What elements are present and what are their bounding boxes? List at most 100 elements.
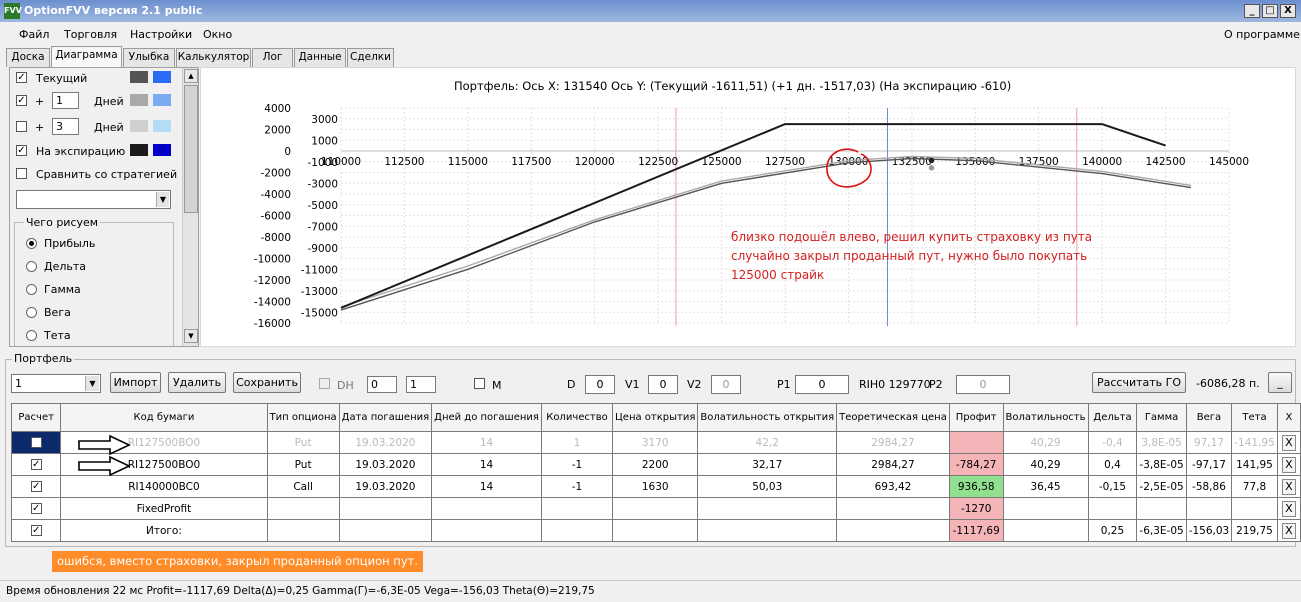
- radio-gamma[interactable]: [26, 284, 37, 295]
- menu-file[interactable]: Файл: [19, 28, 49, 41]
- chevron-down-icon[interactable]: ▼: [156, 192, 169, 207]
- column-header[interactable]: Расчет: [10, 403, 62, 432]
- column-header[interactable]: Тета: [1231, 403, 1278, 432]
- column-header[interactable]: Дата погашения: [338, 403, 433, 432]
- v2-input[interactable]: 0: [711, 375, 741, 394]
- days2-color-2[interactable]: [153, 120, 171, 132]
- calc-cell[interactable]: ✓: [10, 475, 62, 498]
- column-header[interactable]: Дней до погашения: [431, 403, 542, 432]
- tab-diagram[interactable]: Диаграмма: [51, 46, 122, 68]
- calc-checkbox[interactable]: ✓: [30, 481, 42, 492]
- dh-spin-1[interactable]: 0: [367, 376, 397, 393]
- calc-cell[interactable]: ✓: [10, 497, 62, 520]
- scroll-thumb[interactable]: [184, 85, 198, 213]
- p1-input[interactable]: 0: [795, 375, 849, 394]
- payoff-chart[interactable]: Портфель: Ось X: 131540 Ось Y: (Текущий …: [200, 67, 1296, 347]
- table-row[interactable]: RI127500BO0 Put 19.03.2020 14 1 3170 42,2 2984,…: [10, 431, 1301, 454]
- table-row[interactable]: ✓ FixedProfit -1270 X: [10, 497, 1301, 520]
- column-header[interactable]: Теоретическая цена: [836, 403, 950, 432]
- tab-board[interactable]: Доска: [6, 48, 50, 67]
- close-button[interactable]: X: [1280, 4, 1296, 18]
- expiry-checkbox[interactable]: ✓: [16, 145, 27, 156]
- remove-row-button[interactable]: X: [1276, 497, 1301, 520]
- close-icon[interactable]: X: [1281, 478, 1296, 495]
- column-header[interactable]: Волатильность: [1002, 403, 1089, 432]
- column-header[interactable]: Код бумаги: [60, 403, 268, 432]
- calc-cell[interactable]: ✓: [10, 453, 62, 476]
- maximize-button[interactable]: □: [1262, 4, 1278, 18]
- menu-trade[interactable]: Торговля: [64, 28, 117, 41]
- column-header[interactable]: Вега: [1185, 403, 1233, 432]
- p2-input[interactable]: 0: [956, 375, 1010, 394]
- table-row[interactable]: ✓ RI127500BO0 Put 19.03.2020 14 -1 2200 32,17 29…: [10, 453, 1301, 476]
- close-icon[interactable]: X: [1281, 456, 1296, 473]
- radio-theta[interactable]: [26, 330, 37, 341]
- current-color-2[interactable]: [153, 71, 171, 83]
- column-header[interactable]: Гамма: [1136, 403, 1187, 432]
- radio-vega[interactable]: [26, 307, 37, 318]
- save-button[interactable]: Сохранить: [233, 372, 301, 393]
- column-header[interactable]: Количество: [540, 403, 614, 432]
- scroll-up-icon[interactable]: ▲: [184, 69, 198, 83]
- dh-spin-2[interactable]: 1: [406, 376, 436, 393]
- tab-deals[interactable]: Сделки: [347, 48, 394, 67]
- radio-delta[interactable]: [26, 261, 37, 272]
- column-header[interactable]: Дельта: [1087, 403, 1138, 432]
- column-header[interactable]: Цена открытия: [612, 403, 699, 432]
- column-header[interactable]: Профит: [948, 403, 1004, 432]
- radio-theta-label: Тета: [44, 329, 71, 342]
- minimize-button[interactable]: _: [1244, 4, 1260, 18]
- close-icon[interactable]: X: [1281, 500, 1296, 517]
- close-icon[interactable]: X: [1281, 434, 1296, 451]
- remove-row-button[interactable]: X: [1276, 519, 1301, 542]
- days1-color-1[interactable]: [130, 94, 148, 106]
- tab-log[interactable]: Лог: [252, 48, 293, 67]
- scroll-down-icon[interactable]: ▼: [184, 329, 198, 343]
- calc-cell[interactable]: ✓: [10, 519, 62, 542]
- tab-smile[interactable]: Улыбка: [123, 48, 175, 67]
- strategy-select[interactable]: [16, 190, 171, 209]
- days1-input[interactable]: 1: [52, 92, 79, 109]
- expiry-color-2[interactable]: [153, 144, 171, 156]
- calc-go-button[interactable]: Рассчитать ГО: [1092, 372, 1186, 393]
- table-row[interactable]: ✓ Итого: -1117,69 0,25 -6,3E-05 -156,03 219,75…: [10, 519, 1301, 542]
- v1-input[interactable]: 0: [648, 375, 678, 394]
- left-panel-scrollbar[interactable]: ▲ ▼: [182, 68, 198, 346]
- calc-checkbox[interactable]: ✓: [30, 503, 42, 514]
- close-icon[interactable]: X: [1281, 522, 1296, 539]
- dh-checkbox[interactable]: [319, 378, 330, 389]
- column-header[interactable]: Тип опциона: [266, 403, 340, 432]
- d-input[interactable]: 0: [585, 375, 615, 394]
- menu-window[interactable]: Окно: [203, 28, 232, 41]
- chevron-down-icon[interactable]: ▼: [85, 376, 99, 391]
- remove-row-button[interactable]: X: [1276, 453, 1301, 476]
- tab-calculator[interactable]: Калькулятор: [176, 48, 251, 67]
- collapse-button[interactable]: _: [1268, 372, 1292, 393]
- menu-about[interactable]: О программе: [1224, 28, 1300, 41]
- current-checkbox[interactable]: ✓: [16, 72, 27, 83]
- column-header[interactable]: X: [1276, 403, 1301, 432]
- radio-profit[interactable]: [26, 238, 37, 249]
- calc-checkbox[interactable]: ✓: [30, 525, 42, 536]
- delete-button[interactable]: Удалить: [168, 372, 226, 393]
- compare-checkbox[interactable]: [16, 168, 27, 179]
- tab-data[interactable]: Данные: [294, 48, 346, 67]
- import-button[interactable]: Импорт: [110, 372, 161, 393]
- current-color-1[interactable]: [130, 71, 148, 83]
- m-checkbox[interactable]: [474, 378, 485, 389]
- status-bar: Время обновления 22 мс Profit=-1117,69 D…: [0, 580, 1301, 602]
- calc-checkbox[interactable]: [30, 437, 42, 448]
- menu-settings[interactable]: Настройки: [130, 28, 192, 41]
- remove-row-button[interactable]: X: [1276, 475, 1301, 498]
- remove-row-button[interactable]: X: [1276, 431, 1301, 454]
- days2-checkbox[interactable]: [16, 121, 27, 132]
- expiry-color-1[interactable]: [130, 144, 148, 156]
- table-row[interactable]: ✓ RI140000BC0 Call 19.03.2020 14 -1 1630 50,03 6…: [10, 475, 1301, 498]
- days1-color-2[interactable]: [153, 94, 171, 106]
- days1-checkbox[interactable]: ✓: [16, 95, 27, 106]
- calc-cell[interactable]: [10, 431, 62, 454]
- days2-color-1[interactable]: [130, 120, 148, 132]
- days2-input[interactable]: 3: [52, 118, 79, 135]
- column-header[interactable]: Волатильность открытия: [697, 403, 838, 432]
- calc-checkbox[interactable]: ✓: [30, 459, 42, 470]
